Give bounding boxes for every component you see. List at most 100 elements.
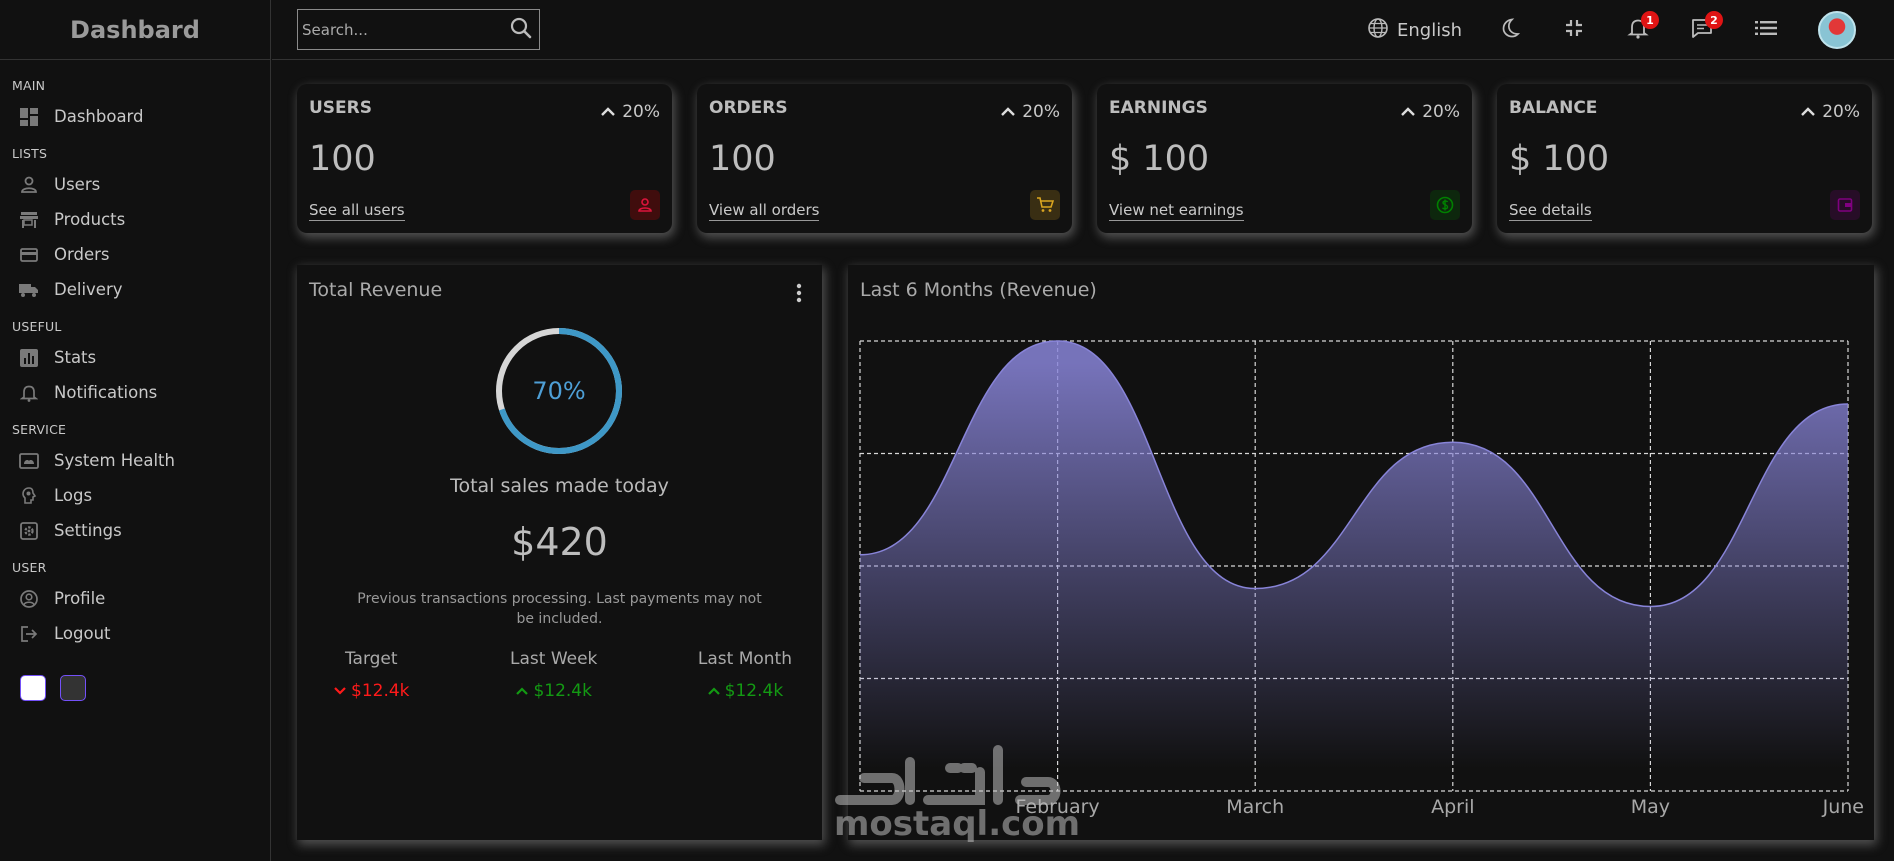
sidebar-item-users[interactable]: Users	[12, 167, 270, 202]
widget-link[interactable]: View net earnings	[1109, 201, 1244, 221]
avatar[interactable]	[1818, 11, 1856, 49]
logo[interactable]: Dashbard	[0, 0, 270, 60]
messages-badge: 2	[1705, 11, 1723, 29]
chevron-up-icon	[600, 102, 616, 122]
sidebar-menu: MAIN Dashboard LISTS Users Products Orde…	[0, 60, 270, 701]
revenue-area-chart: February March April May June	[859, 340, 1864, 818]
section-title: SERVICE	[12, 422, 67, 437]
search-input[interactable]	[302, 20, 509, 39]
summary-value: $12.4k	[351, 681, 410, 701]
dark-theme-option[interactable]	[60, 675, 86, 701]
summary-result: $12.4k	[510, 681, 597, 701]
language-selector[interactable]: English	[1367, 17, 1462, 44]
x-axis-ticks: February March April May June	[1015, 796, 1864, 818]
sidebar-section-service: SERVICE System Health Logs Settings	[12, 422, 270, 548]
sidebar-item-label: Orders	[54, 245, 110, 264]
cart-icon	[1030, 190, 1060, 220]
progress-ring: 70%	[495, 327, 623, 455]
widget-link[interactable]: See details	[1509, 201, 1592, 221]
messages-button[interactable]: 2	[1690, 11, 1723, 42]
search-icon[interactable]	[509, 16, 533, 44]
widget-title: EARNINGS	[1109, 98, 1208, 118]
widget-link[interactable]: View all orders	[709, 201, 820, 221]
notifications-button[interactable]: 1	[1626, 11, 1659, 42]
chevron-up-icon	[1800, 102, 1816, 122]
sidebar-item-label: Products	[54, 210, 126, 229]
truck-icon	[18, 279, 40, 301]
dark-mode-toggle[interactable]	[1498, 18, 1522, 42]
summary-title: Last Month	[697, 649, 792, 669]
light-theme-option[interactable]	[20, 675, 46, 701]
bell-icon	[18, 382, 40, 404]
featured-summary: Target $12.4k Last Week $12.4k Last Mont…	[297, 649, 822, 701]
sidebar-item-logs[interactable]: Logs	[12, 478, 270, 513]
sidebar-item-stats[interactable]: Stats	[12, 340, 270, 375]
summary-value: $12.4k	[724, 681, 784, 701]
fullscreen-exit-button[interactable]	[1562, 18, 1586, 42]
x-tick-label: February	[1015, 796, 1099, 818]
stats-icon	[18, 347, 40, 369]
widget-percentage: 20%	[600, 102, 660, 122]
summary-result: $12.4k	[698, 681, 792, 701]
widget-counter: $ 100	[1109, 139, 1210, 179]
sidebar-item-profile[interactable]: Profile	[12, 581, 270, 616]
sidebar-item-logout[interactable]: Logout	[12, 616, 270, 651]
search-box	[297, 9, 540, 50]
progress-label: 70%	[532, 377, 586, 405]
summary-value: $12.4k	[533, 681, 592, 701]
chevron-up-icon	[1400, 102, 1416, 122]
widget-percentage-value: 20%	[1822, 102, 1860, 122]
section-title: MAIN	[12, 78, 46, 93]
list-menu-button[interactable]	[1754, 18, 1778, 42]
notifications-badge: 1	[1641, 11, 1659, 29]
sidebar-section-useful: USEFUL Stats Notifications	[12, 319, 270, 410]
store-icon	[18, 209, 40, 231]
profile-icon	[18, 588, 40, 610]
chevron-up-icon	[1000, 102, 1016, 122]
x-tick-label: May	[1631, 796, 1670, 818]
user-icon	[18, 174, 40, 196]
featured-revenue-panel: Total Revenue 70% Total sales made today…	[297, 265, 822, 840]
theme-switcher	[20, 675, 270, 701]
widget-counter: 100	[309, 139, 376, 179]
sidebar-item-notifications[interactable]: Notifications	[12, 375, 270, 410]
sidebar-item-system-health[interactable]: System Health	[12, 443, 270, 478]
more-vert-icon[interactable]	[796, 283, 802, 303]
featured-description: Previous transactions processing. Last p…	[357, 591, 762, 627]
globe-icon	[1367, 17, 1389, 44]
widget-percentage: 20%	[1800, 102, 1860, 122]
sidebar-item-label: Settings	[54, 521, 122, 540]
logs-icon	[18, 485, 40, 507]
summary-item-last-week: Last Week $12.4k	[510, 649, 597, 701]
x-tick-label: June	[1822, 796, 1864, 818]
sidebar-item-label: Delivery	[54, 280, 123, 299]
moon-icon	[1499, 17, 1521, 43]
sidebar-item-label: Logout	[54, 624, 111, 643]
sidebar-item-label: Stats	[54, 348, 97, 367]
chevron-down-icon	[333, 681, 347, 701]
sidebar-item-products[interactable]: Products	[12, 202, 270, 237]
widget-percentage-value: 20%	[1022, 102, 1060, 122]
sidebar-item-label: System Health	[54, 451, 175, 470]
featured-title: Total Revenue	[309, 279, 443, 301]
logout-icon	[18, 623, 40, 645]
sidebar-item-label: Logs	[54, 486, 93, 505]
sidebar-section-lists: LISTS Users Products Orders Delivery	[12, 146, 270, 307]
widget-orders: ORDERS 20% 100 View all orders	[697, 84, 1072, 233]
chevron-up-icon	[707, 681, 721, 701]
sidebar-item-settings[interactable]: Settings	[12, 513, 270, 548]
sidebar-item-label: Dashboard	[54, 107, 144, 126]
sidebar-item-orders[interactable]: Orders	[12, 237, 270, 272]
revenue-chart-panel: Last 6 Months (Revenue) February March Apr…	[848, 265, 1874, 840]
widget-percentage: 20%	[1400, 102, 1460, 122]
featured-amount: $420	[511, 520, 608, 564]
fullscreen-exit-icon	[1564, 18, 1584, 42]
sidebar-item-delivery[interactable]: Delivery	[12, 272, 270, 307]
summary-item-last-month: Last Month $12.4k	[698, 649, 792, 701]
section-title: LISTS	[12, 146, 48, 161]
widget-title: USERS	[309, 98, 372, 118]
sidebar-item-dashboard[interactable]: Dashboard	[12, 99, 270, 134]
revenue-area	[860, 341, 1848, 791]
chevron-up-icon	[515, 681, 529, 701]
widget-link[interactable]: See all users	[309, 201, 405, 221]
